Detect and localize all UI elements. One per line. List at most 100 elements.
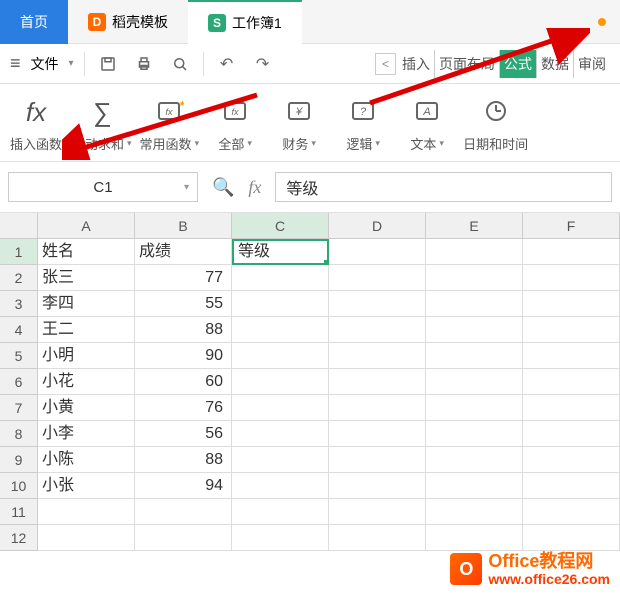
cell[interactable] xyxy=(232,447,329,473)
cell[interactable]: 小黄 xyxy=(38,395,135,421)
formula-input[interactable]: 等级 xyxy=(275,172,612,202)
cell[interactable] xyxy=(426,369,523,395)
preview-icon[interactable] xyxy=(167,51,193,77)
column-header[interactable]: A xyxy=(38,213,135,239)
cell[interactable] xyxy=(523,317,620,343)
cell[interactable] xyxy=(135,499,232,525)
cell[interactable]: 56 xyxy=(135,421,232,447)
logic-button[interactable]: ? 逻辑 xyxy=(335,94,391,153)
cell[interactable] xyxy=(232,265,329,291)
cell[interactable] xyxy=(426,343,523,369)
cell[interactable]: 姓名 xyxy=(38,239,135,265)
tab-data[interactable]: 数据 xyxy=(537,50,574,78)
cell[interactable] xyxy=(523,239,620,265)
cell[interactable] xyxy=(523,525,620,551)
cell[interactable] xyxy=(232,369,329,395)
column-header[interactable]: B xyxy=(135,213,232,239)
cell[interactable] xyxy=(329,447,426,473)
cell[interactable] xyxy=(329,239,426,265)
cell[interactable] xyxy=(329,499,426,525)
cell[interactable] xyxy=(232,317,329,343)
row-header[interactable]: 11 xyxy=(0,499,38,525)
cell[interactable] xyxy=(426,395,523,421)
cell[interactable] xyxy=(523,369,620,395)
column-header[interactable]: F xyxy=(523,213,620,239)
cell[interactable] xyxy=(523,421,620,447)
cell[interactable] xyxy=(329,343,426,369)
tab-insert[interactable]: 插入 xyxy=(398,50,435,78)
cell[interactable] xyxy=(38,525,135,551)
cell[interactable] xyxy=(523,265,620,291)
spreadsheet-grid[interactable]: A B C D E F 1姓名成绩等级2张三773李四554王二885小明906… xyxy=(0,213,620,551)
cell[interactable]: 小陈 xyxy=(38,447,135,473)
tab-formula[interactable]: 公式 xyxy=(500,50,537,78)
cell[interactable] xyxy=(135,525,232,551)
cell[interactable]: 60 xyxy=(135,369,232,395)
cell[interactable] xyxy=(232,473,329,499)
tab-home[interactable]: 首页 xyxy=(0,0,68,44)
chevron-left-icon[interactable]: < xyxy=(375,53,396,75)
redo-icon[interactable]: ↷ xyxy=(250,51,276,77)
cell[interactable] xyxy=(329,291,426,317)
cell[interactable] xyxy=(329,525,426,551)
cell[interactable]: 王二 xyxy=(38,317,135,343)
cell[interactable] xyxy=(523,343,620,369)
cell[interactable] xyxy=(329,473,426,499)
cell[interactable] xyxy=(426,317,523,343)
text-button[interactable]: A 文本 xyxy=(399,94,455,153)
tab-workbook[interactable]: S 工作簿1 xyxy=(188,0,302,44)
row-header[interactable]: 8 xyxy=(0,421,38,447)
row-header[interactable]: 6 xyxy=(0,369,38,395)
column-header[interactable]: C xyxy=(232,213,329,239)
cell[interactable] xyxy=(329,369,426,395)
tab-page-layout[interactable]: 页面布局 xyxy=(435,50,500,78)
cell[interactable] xyxy=(232,525,329,551)
cell[interactable]: 88 xyxy=(135,317,232,343)
fx-icon[interactable]: fx xyxy=(248,177,261,198)
cell[interactable] xyxy=(523,395,620,421)
cell[interactable] xyxy=(426,499,523,525)
save-icon[interactable] xyxy=(95,51,121,77)
finance-button[interactable]: ¥ 财务 xyxy=(271,94,327,153)
cell[interactable] xyxy=(426,291,523,317)
name-box[interactable]: C1 xyxy=(8,172,198,202)
insert-function-button[interactable]: fx 插入函数 xyxy=(8,94,64,153)
cell[interactable] xyxy=(426,447,523,473)
undo-icon[interactable]: ↶ xyxy=(214,51,240,77)
common-functions-button[interactable]: fx★ 常用函数 xyxy=(140,94,200,153)
cell[interactable] xyxy=(426,265,523,291)
autosum-button[interactable]: ∑ 自动求和 xyxy=(72,94,132,153)
cell[interactable] xyxy=(329,265,426,291)
cell[interactable]: 77 xyxy=(135,265,232,291)
cell[interactable]: 90 xyxy=(135,343,232,369)
cell[interactable]: 76 xyxy=(135,395,232,421)
cell[interactable] xyxy=(523,291,620,317)
cell[interactable]: 小明 xyxy=(38,343,135,369)
cell[interactable] xyxy=(426,473,523,499)
cell[interactable] xyxy=(232,291,329,317)
row-header[interactable]: 9 xyxy=(0,447,38,473)
select-all-corner[interactable] xyxy=(0,213,38,239)
cell[interactable]: 94 xyxy=(135,473,232,499)
cell[interactable]: 55 xyxy=(135,291,232,317)
cell[interactable] xyxy=(232,421,329,447)
cell[interactable] xyxy=(426,239,523,265)
row-header[interactable]: 12 xyxy=(0,525,38,551)
menu-icon[interactable]: ≡ xyxy=(10,53,21,74)
cell[interactable]: 小张 xyxy=(38,473,135,499)
row-header[interactable]: 3 xyxy=(0,291,38,317)
print-icon[interactable] xyxy=(131,51,157,77)
all-functions-button[interactable]: fx 全部 xyxy=(207,94,263,153)
cell[interactable] xyxy=(232,499,329,525)
cell[interactable] xyxy=(523,499,620,525)
column-header[interactable]: D xyxy=(329,213,426,239)
cell[interactable] xyxy=(523,473,620,499)
tab-review[interactable]: 审阅 xyxy=(574,50,610,78)
cell[interactable] xyxy=(232,395,329,421)
row-header[interactable]: 7 xyxy=(0,395,38,421)
search-icon[interactable]: 🔍 xyxy=(212,177,234,198)
row-header[interactable]: 5 xyxy=(0,343,38,369)
cell[interactable]: 成绩 xyxy=(135,239,232,265)
cell[interactable]: 小花 xyxy=(38,369,135,395)
tab-templates[interactable]: D 稻壳模板 xyxy=(68,0,188,44)
